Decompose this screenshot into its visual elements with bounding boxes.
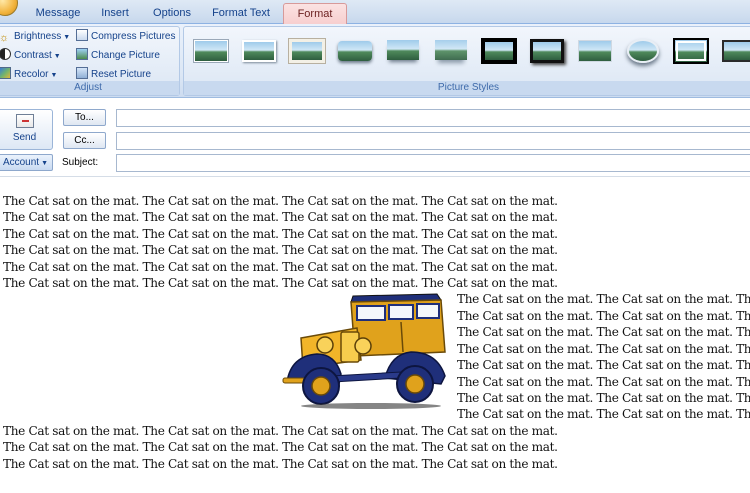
reset-picture-label: Reset Picture [91, 69, 152, 80]
tab-format-text[interactable]: Format Text [206, 3, 276, 24]
recolor-icon [0, 67, 11, 79]
tab-options[interactable]: Options [144, 3, 200, 24]
picture-style-thumbnail[interactable] [432, 37, 470, 65]
body-line: The Cat sat on the mat. The Cat sat on t… [3, 194, 558, 208]
body-line: The Cat sat on the mat. The Cat sat on t… [3, 276, 558, 290]
change-picture-button[interactable]: Change Picture [76, 48, 160, 64]
chevron-down-icon: ▼ [41, 160, 49, 167]
body-line: The Cat sat on the mat. The Cat sat on t… [3, 260, 558, 274]
chevron-down-icon: ▼ [50, 72, 58, 79]
body-line-wrapped: The Cat sat on the mat. The Cat sat on t… [457, 358, 750, 372]
office-button-icon[interactable] [0, 0, 18, 16]
subject-label: Subject: [62, 157, 99, 168]
change-picture-label: Change Picture [91, 50, 160, 61]
contrast-label: Contrast [14, 50, 52, 61]
chevron-down-icon: ▼ [53, 53, 61, 60]
picture-style-thumbnail[interactable] [336, 37, 374, 65]
picture-styles-group: Picture Styles [183, 26, 750, 96]
vintage-car-image[interactable] [281, 290, 449, 410]
body-line: The Cat sat on the mat. The Cat sat on t… [3, 227, 558, 241]
picture-style-thumbnail[interactable] [384, 37, 422, 65]
body-line-wrapped: The Cat sat on the mat. The Cat sat on t… [457, 342, 750, 356]
body-line: The Cat sat on the mat. The Cat sat on t… [3, 440, 558, 454]
send-button[interactable]: Send [0, 109, 53, 150]
to-button[interactable]: To... [63, 109, 106, 126]
account-button[interactable]: Account ▼ [0, 154, 53, 171]
picture-style-thumbnail[interactable] [240, 37, 278, 65]
ribbon-tab-strip: Message Insert Options Format Text Forma… [0, 0, 750, 24]
adjust-group: ☼ Brightness ▼ Contrast ▼ Recolor ▼ Compress… [0, 26, 180, 96]
tab-insert[interactable]: Insert [92, 3, 138, 24]
send-label: Send [12, 132, 37, 143]
picture-style-thumbnail[interactable] [672, 37, 710, 65]
body-line-wrapped: The Cat sat on the mat. The Cat sat on t… [457, 391, 750, 405]
envelope-icon [16, 114, 34, 128]
cc-button[interactable]: Cc... [63, 132, 106, 149]
tab-format[interactable]: Format [283, 3, 347, 24]
compress-pictures-icon [76, 29, 88, 41]
brightness-icon: ☼ [0, 32, 10, 44]
tab-message[interactable]: Message [26, 3, 90, 24]
reset-picture-icon [76, 67, 88, 79]
contrast-button[interactable]: Contrast ▼ [0, 48, 61, 64]
brightness-button[interactable]: ☼ Brightness ▼ [0, 29, 70, 45]
chevron-down-icon: ▼ [63, 34, 71, 41]
picture-style-thumbnail[interactable] [192, 37, 230, 65]
picture-style-thumbnail[interactable] [576, 37, 614, 65]
cc-field[interactable] [116, 132, 750, 150]
body-line-wrapped: The Cat sat on the mat. The Cat sat on t… [457, 325, 750, 339]
header-divider [0, 176, 750, 177]
picture-style-thumbnail[interactable] [624, 37, 662, 65]
body-line: The Cat sat on the mat. The Cat sat on t… [3, 243, 558, 257]
body-line-wrapped: The Cat sat on the mat. The Cat sat on t… [457, 407, 750, 421]
adjust-group-label: Adjust [0, 81, 179, 95]
picture-styles-group-label: Picture Styles [184, 81, 750, 95]
brightness-label: Brightness [14, 31, 62, 42]
compress-pictures-button[interactable]: Compress Pictures [76, 29, 175, 45]
change-picture-icon [76, 48, 88, 60]
to-field[interactable] [116, 109, 750, 127]
body-line: The Cat sat on the mat. The Cat sat on t… [3, 424, 558, 438]
compress-pictures-label: Compress Pictures [91, 31, 176, 42]
body-line-wrapped: The Cat sat on the mat. The Cat sat on t… [457, 292, 750, 306]
body-line: The Cat sat on the mat. The Cat sat on t… [3, 210, 558, 224]
picture-style-thumbnail[interactable] [528, 37, 566, 65]
ribbon: ☼ Brightness ▼ Contrast ▼ Recolor ▼ Compress… [0, 24, 750, 98]
picture-style-thumbnail[interactable] [288, 37, 326, 65]
body-line-wrapped: The Cat sat on the mat. The Cat sat on t… [457, 375, 750, 389]
picture-style-thumbnail[interactable] [480, 37, 518, 65]
picture-style-thumbnail[interactable] [720, 37, 750, 65]
recolor-label: Recolor [14, 69, 49, 80]
body-line: The Cat sat on the mat. The Cat sat on t… [3, 457, 558, 471]
account-label: Account [2, 157, 40, 168]
subject-field[interactable] [116, 154, 750, 172]
body-line-wrapped: The Cat sat on the mat. The Cat sat on t… [457, 309, 750, 323]
contrast-icon [0, 48, 11, 60]
